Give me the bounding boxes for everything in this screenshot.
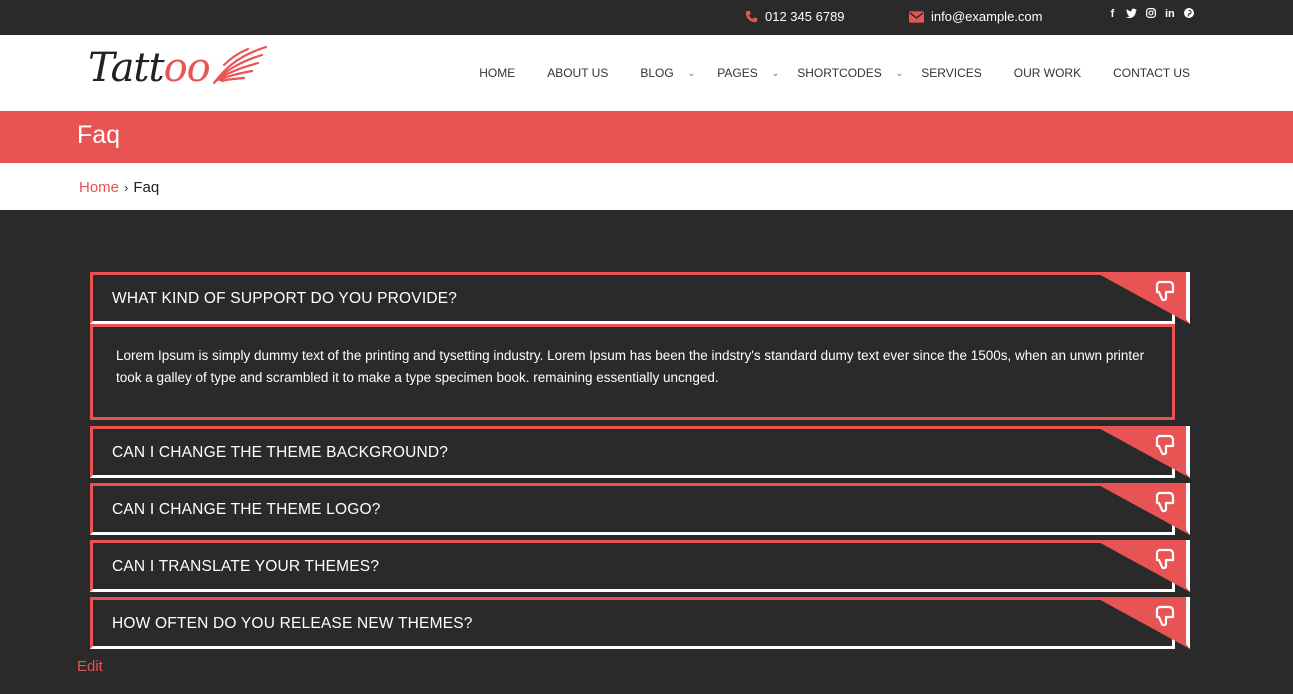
- site-logo[interactable]: Tattoo: [88, 43, 268, 92]
- main-nav: HOME ABOUT US BLOG ⌄ PAGES ⌄ SHORTCODES ⌄ S…: [447, 66, 1190, 80]
- chevron-down-icon[interactable]: ⌄: [688, 68, 696, 79]
- faq-question[interactable]: HOW OFTEN DO YOU RELEASE NEW THEMES?: [90, 597, 1190, 649]
- nav-item-about-us[interactable]: ABOUT US: [547, 66, 608, 80]
- faq-accordion: WHAT KIND OF SUPPORT DO YOU PROVIDE? Lor…: [90, 272, 1190, 654]
- page-title-band: Faq: [0, 111, 1293, 163]
- email-contact[interactable]: info@example.com: [909, 9, 1042, 24]
- wing-icon: [210, 43, 268, 92]
- nav-label[interactable]: CONTACT US: [1113, 66, 1190, 80]
- twitter-icon[interactable]: [1126, 8, 1137, 21]
- nav-item-home[interactable]: HOME: [479, 66, 515, 80]
- faq-question-text[interactable]: CAN I TRANSLATE YOUR THEMES?: [112, 558, 379, 576]
- page-title: Faq: [77, 121, 121, 149]
- nav-label[interactable]: PAGES: [717, 66, 757, 80]
- nav-label[interactable]: OUR WORK: [1014, 66, 1081, 80]
- hand-pointer-icon[interactable]: [1095, 426, 1190, 478]
- nav-item-contact-us[interactable]: CONTACT US: [1113, 66, 1190, 80]
- phone-contact[interactable]: 012 345 6789: [745, 9, 845, 24]
- chevron-down-icon[interactable]: ⌄: [772, 68, 780, 79]
- faq-question[interactable]: WHAT KIND OF SUPPORT DO YOU PROVIDE?: [90, 272, 1190, 324]
- nav-label[interactable]: SERVICES: [921, 66, 981, 80]
- faq-question[interactable]: CAN I CHANGE THE THEME LOGO?: [90, 483, 1190, 535]
- logo-text: Tattoo: [88, 44, 211, 91]
- faq-question-text[interactable]: HOW OFTEN DO YOU RELEASE NEW THEMES?: [112, 615, 473, 633]
- nav-item-shortcodes[interactable]: SHORTCODES ⌄: [797, 66, 903, 80]
- hand-pointer-icon[interactable]: [1095, 483, 1190, 535]
- nav-item-services[interactable]: SERVICES: [921, 66, 981, 80]
- edit-link[interactable]: Edit: [77, 658, 103, 675]
- nav-item-pages[interactable]: PAGES ⌄: [717, 66, 779, 80]
- nav-label[interactable]: SHORTCODES: [797, 66, 881, 80]
- faq-question-text[interactable]: CAN I CHANGE THE THEME LOGO?: [112, 501, 381, 519]
- faq-question-text[interactable]: WHAT KIND OF SUPPORT DO YOU PROVIDE?: [112, 290, 457, 308]
- faq-question-text[interactable]: CAN I CHANGE THE THEME BACKGROUND?: [112, 444, 448, 462]
- breadcrumb: Home › Faq: [0, 163, 1293, 210]
- breadcrumb-current: Faq: [133, 179, 160, 196]
- nav-item-blog[interactable]: BLOG ⌄: [640, 66, 695, 80]
- email-address[interactable]: info@example.com: [931, 9, 1042, 24]
- instagram-icon[interactable]: [1146, 8, 1156, 21]
- chevron-right-icon: ›: [124, 180, 129, 195]
- facebook-icon[interactable]: f: [1108, 8, 1117, 21]
- nav-item-our-work[interactable]: OUR WORK: [1014, 66, 1081, 80]
- site-header: Tattoo HOME ABOUT US BLOG ⌄ PAGES ⌄ SHORTC…: [0, 35, 1293, 111]
- faq-answer: Lorem Ipsum is simply dummy text of the …: [90, 324, 1175, 420]
- chevron-down-icon[interactable]: ⌄: [896, 68, 904, 79]
- nav-label[interactable]: BLOG: [640, 66, 673, 80]
- top-bar: 012 345 6789 info@example.com f in: [0, 0, 1293, 35]
- nav-label[interactable]: HOME: [479, 66, 515, 80]
- hand-pointer-icon[interactable]: [1095, 540, 1190, 592]
- pinterest-icon[interactable]: [1183, 8, 1194, 21]
- faq-question[interactable]: CAN I CHANGE THE THEME BACKGROUND?: [90, 426, 1190, 478]
- nav-label[interactable]: ABOUT US: [547, 66, 608, 80]
- phone-number[interactable]: 012 345 6789: [765, 9, 845, 24]
- linkedin-icon[interactable]: in: [1165, 8, 1175, 21]
- social-links: f in: [1108, 8, 1194, 21]
- hand-pointer-icon[interactable]: [1095, 597, 1190, 649]
- faq-question[interactable]: CAN I TRANSLATE YOUR THEMES?: [90, 540, 1190, 592]
- breadcrumb-home-link[interactable]: Home: [79, 179, 119, 196]
- envelope-icon: [909, 10, 924, 23]
- hand-pointer-icon[interactable]: [1095, 272, 1190, 324]
- phone-icon: [745, 10, 758, 23]
